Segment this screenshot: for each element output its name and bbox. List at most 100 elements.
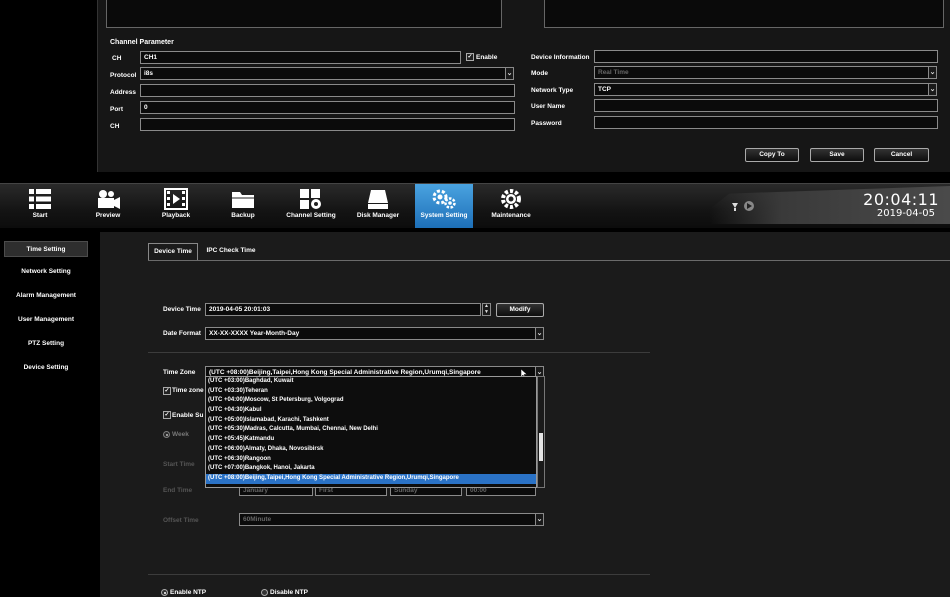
toolbar-system-setting[interactable]: System Setting	[415, 184, 473, 228]
device-info-label: Device Information	[531, 54, 590, 61]
tz-option[interactable]: (UTC +03:30)Teheran	[206, 387, 536, 397]
menu-item-time-setting[interactable]: Time Setting	[4, 241, 88, 257]
tz-option[interactable]: (UTC +05:00)Islamabad, Karachi, Tashkent	[206, 416, 536, 426]
mode-dropdown-icon[interactable]: ⌄	[928, 66, 937, 79]
toolbar-label-disk-manager: Disk Manager	[356, 212, 400, 219]
port-input[interactable]: 0	[140, 101, 515, 114]
enable-dst-checkbox[interactable]: ✓	[163, 411, 171, 419]
offset-time-dropdown-icon[interactable]: ⌄	[535, 513, 544, 526]
save-button[interactable]: Save	[810, 148, 864, 162]
tz-option-selected[interactable]: (UTC +08:00)Beijing,Taipei,Hong Kong Spe…	[206, 473, 536, 484]
toolbar-label-backup: Backup	[231, 212, 255, 219]
disable-ntp-radio[interactable]	[261, 589, 268, 596]
start-time-label: Start Time	[163, 461, 195, 468]
date-format-label: Date Format	[163, 330, 201, 337]
toolbar-label-start: Start	[32, 212, 48, 219]
username-input[interactable]	[594, 99, 938, 112]
ch2-label: CH	[110, 123, 120, 130]
toolbar-label-preview: Preview	[95, 212, 121, 219]
preview-pane-right	[544, 0, 944, 28]
menu-item-user-management[interactable]: User Management	[4, 312, 88, 328]
channel-parameter-dialog: Channel Parameter CH CH1 ✓ Enable Protoc…	[97, 0, 950, 172]
enable-checkbox[interactable]: ✓	[466, 53, 474, 61]
disk-manager-icon	[368, 190, 388, 209]
scrollbar-thumb[interactable]	[539, 433, 543, 461]
offset-time-label: Offset Time	[163, 517, 199, 524]
clock-time: 20:04:11	[863, 190, 939, 209]
toolbar-maintenance[interactable]: Maintenance	[484, 184, 538, 228]
system-setting-icon	[432, 189, 456, 209]
toolbar-label-system-setting: System Setting	[420, 212, 468, 219]
tz-option[interactable]: (UTC +06:30)Rangoon	[206, 455, 536, 465]
disable-ntp-label: Disable NTP	[270, 589, 308, 596]
menu-item-device-setting[interactable]: Device Setting	[4, 360, 88, 376]
time-zone-dropdown-list[interactable]: (UTC +03:00)Baghdad, Kuwait (UTC +03:30)…	[205, 376, 537, 488]
end-time-label: End Time	[163, 487, 193, 494]
week-radio[interactable]	[163, 431, 170, 438]
time-zone-list-scrollbar[interactable]	[537, 376, 545, 488]
network-type-label: Network Type	[531, 87, 574, 94]
date-format-dropdown-icon[interactable]: ⌄	[535, 327, 544, 340]
cancel-button[interactable]: Cancel	[874, 148, 929, 162]
network-type-dropdown-icon[interactable]: ⌄	[928, 83, 937, 96]
device-time-label: Device Time	[163, 306, 201, 313]
toolbar-label-maintenance: Maintenance	[491, 212, 531, 219]
clock-date: 2019-04-05	[876, 208, 935, 219]
time-setting-panel: Device Time IPC Check Time Device Time 2…	[100, 232, 950, 597]
main-toolbar: Start Preview Playback Backup Channel Se…	[0, 183, 950, 228]
tz-option[interactable]: (UTC +06:00)Almaty, Dhaka, Novosibirsk	[206, 445, 536, 455]
preview-pane-left	[106, 0, 502, 28]
address-input[interactable]	[140, 84, 515, 97]
ch2-input[interactable]	[140, 118, 515, 131]
protocol-select[interactable]: i8s	[140, 67, 506, 80]
ch-label: CH	[112, 55, 122, 62]
network-type-select[interactable]: TCP	[594, 83, 929, 96]
section-divider-ntp	[148, 574, 650, 575]
enable-dst-label: Enable Su	[172, 412, 204, 419]
address-label: Address	[110, 89, 137, 96]
menu-item-alarm-management[interactable]: Alarm Management	[4, 288, 88, 304]
menu-item-ptz-setting[interactable]: PTZ Setting	[4, 336, 88, 352]
device-time-input[interactable]: 2019-04-05 20:01:03	[205, 303, 481, 316]
tab-divider	[148, 260, 950, 261]
toolbar-start[interactable]: Start	[18, 184, 62, 228]
channel-setting-icon	[300, 189, 321, 209]
toolbar-backup[interactable]: Backup	[220, 184, 266, 228]
protocol-label: Protocol	[110, 72, 137, 79]
start-icon	[29, 189, 51, 209]
tz-option[interactable]: (UTC +04:00)Moscow, St Petersburg, Volgo…	[206, 396, 536, 406]
protocol-dropdown-icon[interactable]: ⌄	[505, 67, 514, 80]
password-label: Password	[531, 120, 562, 127]
tab-device-time[interactable]: Device Time	[148, 243, 198, 260]
toolbar-disk-manager[interactable]: Disk Manager	[352, 184, 404, 228]
toolbar-playback[interactable]: Playback	[152, 184, 200, 228]
tz-option[interactable]: (UTC +04:30)Kabul	[206, 406, 536, 416]
modify-button[interactable]: Modify	[496, 303, 544, 317]
toolbar-label-playback: Playback	[161, 212, 191, 219]
copy-to-button[interactable]: Copy To	[745, 148, 799, 162]
menu-item-network-setting[interactable]: Network Setting	[4, 264, 88, 280]
backup-icon	[232, 192, 254, 208]
tz-option[interactable]: (UTC +03:00)Baghdad, Kuwait	[206, 377, 536, 387]
tz-option[interactable]: (UTC +07:00)Bangkok, Hanoi, Jakarta	[206, 464, 536, 474]
group-title: Channel Parameter	[110, 39, 174, 46]
enable-label: Enable	[476, 54, 498, 61]
device-time-spinner-icon[interactable]: ▲ ▼	[482, 303, 491, 316]
mode-select[interactable]: Real Time	[594, 66, 929, 79]
toolbar-channel-setting[interactable]: Channel Setting	[283, 184, 339, 228]
offset-time-select[interactable]: 60Minute	[239, 513, 536, 526]
time-zone-label: Time Zone	[163, 369, 196, 376]
password-input[interactable]	[594, 116, 938, 129]
username-label: User Name	[531, 103, 565, 110]
settings-menu: Time Setting Network Setting Alarm Manag…	[0, 232, 94, 597]
enable-ntp-radio[interactable]	[161, 589, 168, 596]
tz-option[interactable]: (UTC +05:45)Katmandu	[206, 435, 536, 445]
ch-select[interactable]: CH1	[140, 51, 461, 64]
section-divider	[148, 352, 650, 353]
time-zone-checkbox[interactable]: ✓	[163, 387, 171, 395]
date-format-select[interactable]: XX-XX-XXXX Year-Month-Day	[205, 327, 536, 340]
enable-ntp-label: Enable NTP	[170, 589, 207, 596]
tab-ipc-check-time[interactable]: IPC Check Time	[202, 243, 260, 260]
toolbar-preview[interactable]: Preview	[84, 184, 132, 228]
tz-option[interactable]: (UTC +05:30)Madras, Calcutta, Mumbai, Ch…	[206, 425, 536, 435]
